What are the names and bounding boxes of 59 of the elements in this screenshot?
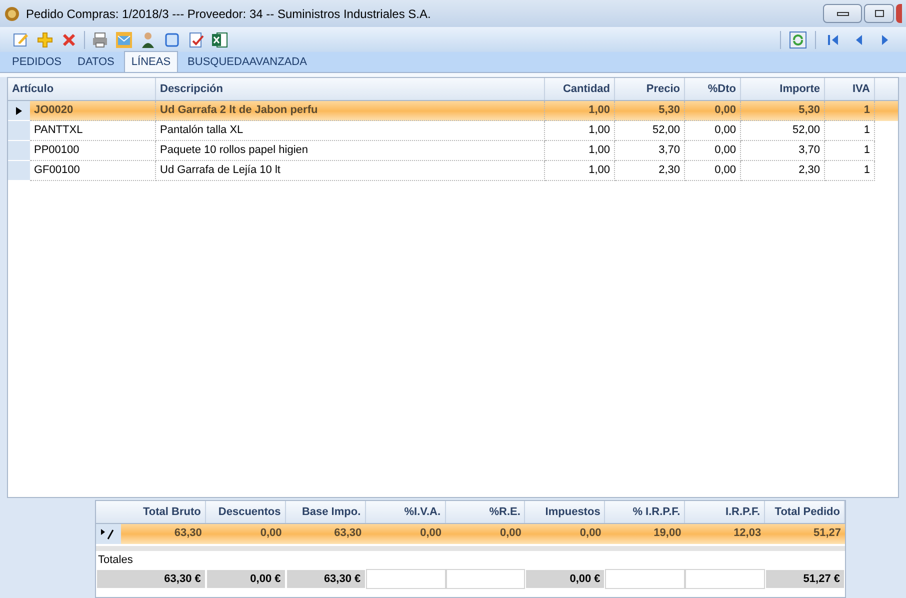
table-cell-text: 0,00 <box>419 526 443 541</box>
table-cell: Ud Garrafa de Lejía 10 lt <box>156 161 545 181</box>
edit-icon[interactable] <box>12 30 30 48</box>
column-header[interactable]: Importe <box>741 78 825 100</box>
table-row[interactable]: JO0020 Ud Garrafa 2 lt de Jabon perfu 1,00 5,30 0,00 5,30 1 <box>8 101 898 121</box>
minimize-button[interactable] <box>823 4 862 23</box>
app-icon <box>4 6 20 22</box>
table-cell-text: 0,00 <box>578 526 602 541</box>
column-header[interactable]: Cantidad <box>545 78 615 100</box>
tab[interactable]: PEDIDOS <box>6 52 68 72</box>
column-header[interactable]: Descuentos <box>206 501 286 523</box>
table-cell: 0,00 <box>685 161 741 181</box>
column-header[interactable]: %Dto <box>685 78 741 100</box>
column-header[interactable]: Base Impo. <box>286 501 366 523</box>
window-icon[interactable] <box>163 30 181 48</box>
column-header[interactable]: %R.E. <box>446 501 526 523</box>
column-header[interactable]: I.R.P.F. <box>685 501 766 523</box>
tab[interactable]: LÍNEAS <box>124 51 178 72</box>
current-row-icon <box>16 106 22 114</box>
window-title: Pedido Compras: 1/2018/3 --- Proveedor: 34 -- Suministros Industriales S.A. <box>26 6 431 22</box>
table-cell-text: 19,00 <box>652 526 682 541</box>
totals-label: Totales <box>97 553 134 568</box>
table-cell: GF00100 <box>30 161 156 181</box>
total-cell: 63,30 € <box>96 569 206 589</box>
tab[interactable]: BUSQUEDAAVANZADA <box>182 52 313 72</box>
total-cell: 0,00 € <box>525 569 606 589</box>
table-cell-text: 63,30 <box>173 526 203 541</box>
table-cell: 2,30 <box>615 161 685 181</box>
table-cell: 1,00 <box>545 161 615 181</box>
column-header[interactable]: % I.R.P.F. <box>605 501 686 523</box>
table-cell: 2,30 <box>741 161 825 181</box>
edit-row-icon <box>101 528 116 540</box>
column-header[interactable]: Impuestos <box>525 501 606 523</box>
refresh-icon[interactable] <box>789 30 807 48</box>
close-button[interactable] <box>896 4 902 23</box>
person-icon[interactable] <box>139 30 157 48</box>
checklist-icon[interactable] <box>187 30 205 48</box>
table-cell-text: 51,27 <box>812 526 842 541</box>
table-cell-text: 0,00 <box>499 526 522 541</box>
column-header[interactable]: Descripción <box>156 78 545 100</box>
column-header[interactable]: Precio <box>615 78 685 100</box>
spreadsheet-icon[interactable] <box>211 30 229 48</box>
table-cell-text: 63,30 <box>333 526 363 541</box>
total-cell: 51,27 € <box>765 569 845 589</box>
column-header[interactable]: %I.V.A. <box>366 501 446 523</box>
table-cell-text: 0,00 <box>259 526 283 541</box>
total-cell: 63,30 € <box>286 569 366 589</box>
column-header[interactable]: IVA <box>825 78 875 100</box>
envelope-icon[interactable] <box>115 30 133 48</box>
table-cell-text: 12,03 <box>732 526 762 541</box>
column-header[interactable]: Artículo <box>8 78 156 100</box>
table-cell: 1 <box>825 161 875 181</box>
maximize-button[interactable] <box>864 4 894 23</box>
tab[interactable]: DATOS <box>72 52 120 72</box>
total-cell: 0,00 € <box>206 569 286 589</box>
add-icon[interactable] <box>36 30 54 48</box>
column-header[interactable]: Total Pedido <box>765 501 845 523</box>
printer-icon[interactable] <box>91 30 109 48</box>
column-header[interactable]: Total Bruto <box>120 501 206 523</box>
